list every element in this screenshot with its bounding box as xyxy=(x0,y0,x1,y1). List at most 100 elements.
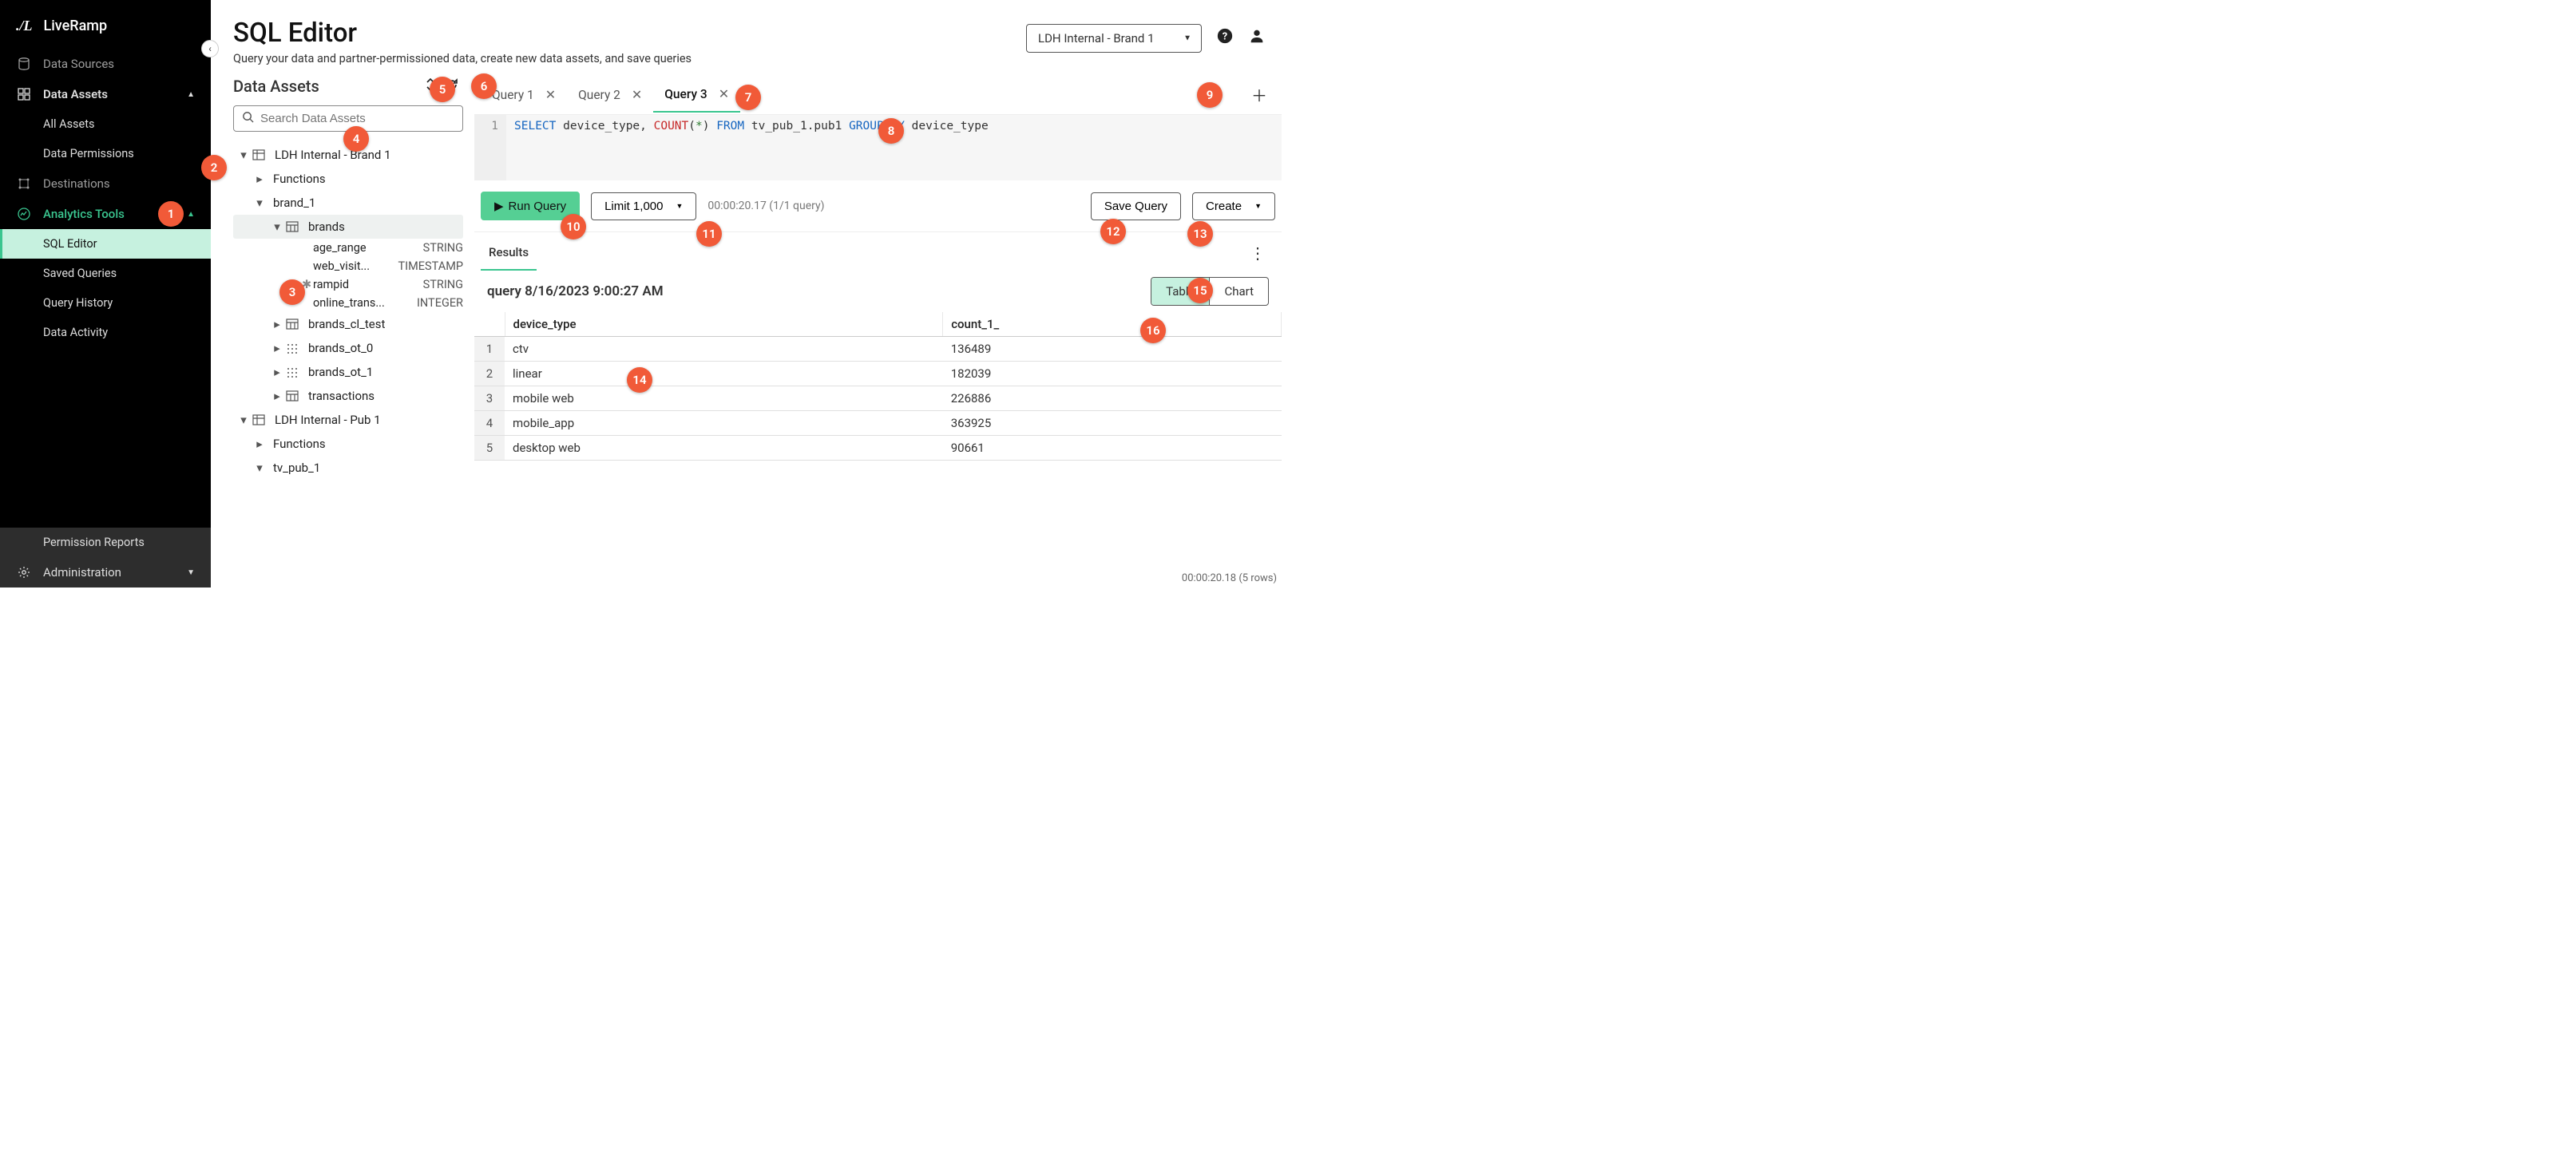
grid-cell: 182039 xyxy=(943,362,1282,386)
grid-column-header[interactable] xyxy=(474,312,505,337)
tree-column[interactable]: ✱rampidSTRING xyxy=(233,275,463,294)
sidebar-item-sql-editor[interactable]: SQL Editor xyxy=(0,229,211,259)
tree-schema-brand1[interactable]: ▾ brand_1 xyxy=(233,191,463,215)
grid-cell: mobile_app xyxy=(505,411,943,436)
callout-16: 16 xyxy=(1140,318,1166,343)
brand-name: LiveRamp xyxy=(44,18,108,34)
org-select-label: LDH Internal - Brand 1 xyxy=(1038,31,1155,45)
caret-down-icon: ▼ xyxy=(187,568,195,577)
limit-dropdown[interactable]: Limit 1,000 xyxy=(591,192,696,220)
column-type: STRING xyxy=(423,278,463,291)
grid-cell: 136489 xyxy=(943,337,1282,362)
tree-label: tv_pub_1 xyxy=(273,461,320,475)
tree-column[interactable]: web_visit...TIMESTAMP xyxy=(233,257,463,275)
grid-cell: linear xyxy=(505,362,943,386)
sidebar-item-administration[interactable]: Administration ▼ xyxy=(0,557,211,588)
sidebar-collapse-toggle[interactable]: ‹ xyxy=(201,40,219,57)
grid-row-number: 2 xyxy=(474,362,505,386)
results-more-icon[interactable]: ⋮ xyxy=(1240,239,1275,267)
chevron-right-icon: ▸ xyxy=(268,365,286,379)
tree-table[interactable]: ▸ transactions xyxy=(233,384,463,408)
tree-table[interactable]: ▸ brands_ot_1 xyxy=(233,360,463,384)
tree-label: transactions xyxy=(308,389,375,403)
callout-2: 2 xyxy=(201,155,227,180)
sidebar-item-data-assets[interactable]: Data Assets ▲ xyxy=(0,79,211,109)
sidebar-item-data-activity[interactable]: Data Activity xyxy=(0,318,211,347)
sql-code-editor[interactable]: 1 SELECT device_type, COUNT(*) FROM tv_p… xyxy=(474,115,1282,180)
svg-text:?: ? xyxy=(1223,31,1227,43)
callout-4: 4 xyxy=(343,126,369,152)
results-tab[interactable]: Results xyxy=(481,235,537,271)
sidebar-item-query-history[interactable]: Query History xyxy=(0,288,211,318)
grid-icon xyxy=(16,88,32,101)
query-tab[interactable]: Query 2 ✕ xyxy=(567,77,653,112)
sidebar-item-permission-reports[interactable]: Permission Reports xyxy=(0,528,211,557)
save-query-button[interactable]: Save Query xyxy=(1091,192,1181,220)
chevron-right-icon: ▸ xyxy=(251,172,268,186)
tree-column[interactable]: online_trans...INTEGER xyxy=(233,294,463,312)
sidebar-item-data-permissions[interactable]: Data Permissions xyxy=(0,139,211,168)
tree-label: brands_ot_0 xyxy=(308,341,373,355)
org-select[interactable]: LDH Internal - Brand 1 xyxy=(1026,24,1202,53)
callout-12: 12 xyxy=(1100,219,1126,244)
close-icon[interactable]: ✕ xyxy=(632,87,642,102)
close-icon[interactable]: ✕ xyxy=(545,87,556,102)
callout-5: 5 xyxy=(430,77,455,102)
column-name: web_visit... xyxy=(313,259,398,273)
query-tabs: Query 1 ✕ Query 2 ✕ Query 3 ✕ ＋ xyxy=(474,75,1282,115)
tree-label: brands_cl_test xyxy=(308,317,385,331)
org-icon xyxy=(252,414,270,425)
sidebar-label: Query History xyxy=(43,296,113,310)
tree-org[interactable]: ▾ LDH Internal - Pub 1 xyxy=(233,408,463,432)
add-tab-button[interactable]: ＋ xyxy=(1237,75,1282,114)
view-icon xyxy=(286,366,303,378)
editor-area: Query 1 ✕ Query 2 ✕ Query 3 ✕ ＋ 1 SELECT devic… xyxy=(474,75,1288,588)
grid-column-header[interactable]: count_1_ xyxy=(943,312,1282,337)
column-name: rampid xyxy=(313,278,423,291)
code-gutter: 1 xyxy=(474,115,506,180)
page-title: SQL Editor xyxy=(233,18,692,49)
sidebar-item-data-sources[interactable]: Data Sources xyxy=(0,49,211,79)
tab-label: Query 1 xyxy=(492,88,534,102)
table-icon xyxy=(286,221,303,232)
query-run-status: 00:00:20.17 (1/1 query) xyxy=(707,200,824,212)
brand-header: ./L LiveRamp xyxy=(0,0,211,49)
chevron-down-icon: ▾ xyxy=(235,413,252,427)
tree-column[interactable]: age_rangeSTRING xyxy=(233,239,463,257)
chevron-down-icon: ▾ xyxy=(251,196,268,210)
callout-13: 13 xyxy=(1187,221,1213,247)
sidebar-item-saved-queries[interactable]: Saved Queries xyxy=(0,259,211,288)
tree-table-brands[interactable]: ▾ brands xyxy=(233,215,463,239)
tree-label: LDH Internal - Brand 1 xyxy=(275,148,391,162)
column-type: STRING xyxy=(423,241,463,255)
table-icon xyxy=(286,318,303,330)
help-icon[interactable]: ? xyxy=(1216,27,1234,49)
gear-icon xyxy=(16,566,32,579)
tab-label: Query 3 xyxy=(664,87,707,101)
grid-row-number: 5 xyxy=(474,436,505,461)
toggle-chart-button[interactable]: Chart xyxy=(1209,278,1268,305)
org-icon xyxy=(252,149,270,160)
tree-functions[interactable]: ▸ Functions xyxy=(233,167,463,191)
tree-label: LDH Internal - Pub 1 xyxy=(275,413,381,427)
callout-9: 9 xyxy=(1197,82,1223,108)
grid-row-number: 3 xyxy=(474,386,505,411)
tree-functions[interactable]: ▸ Functions xyxy=(233,432,463,456)
sidebar-item-destinations[interactable]: Destinations xyxy=(0,168,211,199)
grid-column-header[interactable]: device_type xyxy=(505,312,943,337)
tree-table[interactable]: ▸ brands_ot_0 xyxy=(233,336,463,360)
query-tab[interactable]: Query 3 ✕ xyxy=(653,77,740,113)
user-icon[interactable] xyxy=(1248,27,1266,49)
sidebar-item-all-assets[interactable]: All Assets xyxy=(0,109,211,139)
column-name: age_range xyxy=(313,241,423,255)
assets-search-input[interactable] xyxy=(260,112,454,125)
tree-table[interactable]: ▸ brands_cl_test xyxy=(233,312,463,336)
analytics-icon xyxy=(16,208,32,220)
close-icon[interactable]: ✕ xyxy=(719,86,729,101)
tree-schema[interactable]: ▾ tv_pub_1 xyxy=(233,456,463,480)
tree-label: brand_1 xyxy=(273,196,315,210)
query-action-bar: ▶ Run Query Limit 1,000 00:00:20.17 (1/1… xyxy=(474,180,1282,232)
create-dropdown[interactable]: Create xyxy=(1192,192,1275,220)
tab-label: Query 2 xyxy=(578,88,620,102)
callout-1: 1 xyxy=(158,201,184,227)
